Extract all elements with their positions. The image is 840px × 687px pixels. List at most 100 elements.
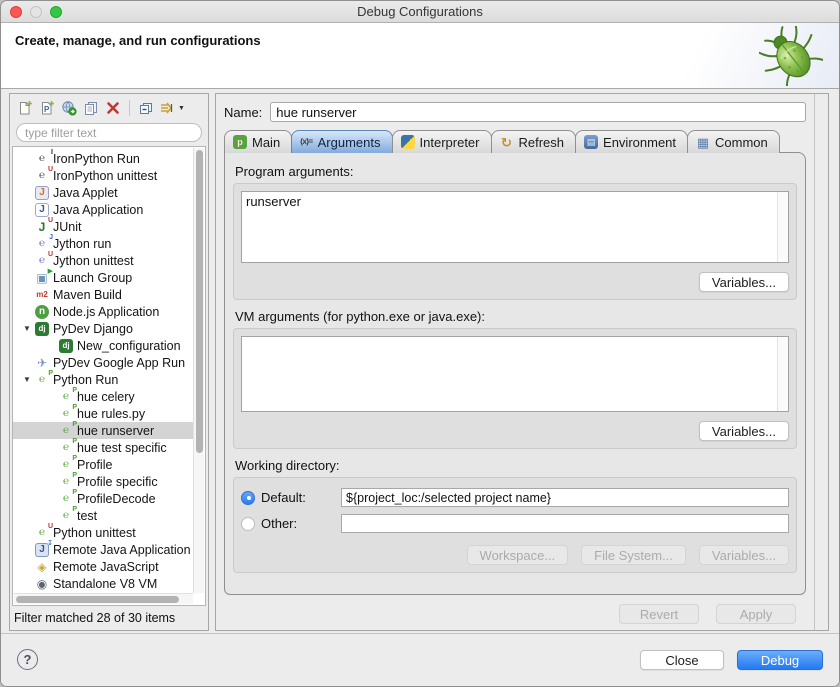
tree-item-remote-javascript[interactable]: ◈Remote JavaScript: [13, 558, 193, 575]
tab-interpreter[interactable]: Interpreter: [392, 130, 492, 153]
program-arguments-label: Program arguments:: [235, 164, 797, 179]
debug-button[interactable]: Debug: [737, 650, 823, 670]
tree-item-maven-build[interactable]: m2Maven Build: [13, 286, 193, 303]
tree-item-label: IronPython unittest: [53, 169, 157, 183]
tree-item-label: Maven Build: [53, 288, 122, 302]
tab-refresh[interactable]: ↻Refresh: [491, 130, 577, 153]
minimize-window-icon[interactable]: [30, 6, 42, 18]
name-input[interactable]: [270, 102, 806, 122]
tree-item-label: Node.js Application: [53, 305, 159, 319]
tree-item-jython-unittest[interactable]: ℮UJython unittest: [13, 252, 193, 269]
vm-variables-button[interactable]: Variables...: [699, 421, 789, 441]
configurations-sidebar: P: [9, 93, 209, 631]
tab-main-icon: p: [233, 135, 247, 149]
tab-bar: p Main (x)=ArgumentsInterpreter↻Refresh▤En…: [224, 129, 806, 153]
editor-scrollbar-track[interactable]: [814, 94, 828, 630]
file-system-button[interactable]: File System...: [581, 545, 686, 565]
tree-item-label: Standalone V8 VM: [53, 577, 157, 591]
tree-item-hue-test-specific[interactable]: ℮Phue test specific: [13, 439, 193, 456]
revert-button[interactable]: Revert: [619, 604, 699, 624]
filter-status: Filter matched 28 of 30 items: [10, 606, 208, 630]
standalone-v8-icon: ◉: [35, 577, 49, 591]
close-window-icon[interactable]: [10, 6, 22, 18]
expander-caret-icon[interactable]: ▼: [19, 375, 35, 384]
default-radio[interactable]: [241, 491, 255, 505]
export-configuration-icon[interactable]: [58, 98, 80, 118]
tree-item-standalone-v8-vm[interactable]: ◉ Standalone V8 VM: [13, 575, 193, 592]
default-directory-row: Default:: [241, 488, 789, 507]
tree-item-hue-celery[interactable]: ℮Phue celery: [13, 388, 193, 405]
tree-item-junit[interactable]: JUJUnit: [13, 218, 193, 235]
tree-item-launch-group[interactable]: ▣▶Launch Group: [13, 269, 193, 286]
tree-vertical-scrollbar[interactable]: [193, 148, 204, 593]
tree-item-jython-run[interactable]: ℮JJython run: [13, 235, 193, 252]
tab-arguments[interactable]: (x)=Arguments: [291, 130, 392, 153]
tree-item-node-js-application[interactable]: nNode.js Application: [13, 303, 193, 320]
apply-button[interactable]: Apply: [716, 604, 796, 624]
workspace-button[interactable]: Workspace...: [467, 545, 569, 565]
configuration-editor: Name: pMain(x)=ArgumentsInterpreter↻Refr…: [215, 93, 829, 631]
expander-caret-icon[interactable]: ▼: [19, 324, 35, 333]
new-prototype-icon[interactable]: P: [36, 98, 58, 118]
tree-item-profile-specific[interactable]: ℮PProfile specific: [13, 473, 193, 490]
tab-label: Main: [252, 135, 280, 150]
ironpython-run-icon: ℮I: [35, 152, 49, 166]
main-area: P: [1, 89, 839, 635]
directory-variables-button[interactable]: Variables...: [699, 545, 789, 565]
tab-interpreter-icon: [401, 135, 415, 149]
tab-common[interactable]: ▦Common: [687, 130, 780, 153]
scrollbar-thumb[interactable]: [16, 596, 179, 603]
tree-item-remote-java-application[interactable]: J↧Remote Java Application: [13, 541, 193, 558]
tree-item-ironpython-run[interactable]: ℮I IronPython Run: [13, 150, 193, 167]
program-variables-button[interactable]: Variables...: [699, 272, 789, 292]
vm-arguments-textarea[interactable]: [242, 337, 777, 411]
python-run-icon: ℮P: [59, 407, 73, 421]
filter-input[interactable]: [16, 123, 202, 142]
tab-arguments-icon: (x)=: [300, 135, 312, 149]
tree-item-java-application[interactable]: JJava Application: [13, 201, 193, 218]
tab-environment-icon: ▤: [584, 135, 598, 149]
editor-content: Name: pMain(x)=ArgumentsInterpreter↻Refr…: [216, 94, 814, 630]
textarea-scrollbar[interactable]: [777, 337, 788, 411]
python-run-icon: ℮P: [59, 492, 73, 506]
tree-item-label: Remote JavaScript: [53, 560, 159, 574]
tree-item-profile[interactable]: ℮PProfile: [13, 456, 193, 473]
ironpython-unittest-icon: ℮U: [35, 169, 49, 183]
tab-environment[interactable]: ▤Environment: [575, 130, 688, 153]
program-arguments-textarea[interactable]: runserver: [242, 192, 777, 262]
traffic-lights: [10, 6, 62, 18]
tab-main[interactable]: p Main: [224, 130, 292, 153]
help-button[interactable]: ?: [17, 649, 38, 670]
tree-item-java-applet[interactable]: JJava Applet: [13, 184, 193, 201]
duplicate-icon[interactable]: [80, 98, 102, 118]
tree-item-test[interactable]: ℮Ptest: [13, 507, 193, 524]
default-directory-input[interactable]: [341, 488, 789, 507]
tree-item-pydev-django[interactable]: ▼djPyDev Django: [13, 320, 193, 337]
tab-refresh-icon: ↻: [500, 135, 514, 149]
other-radio[interactable]: [241, 517, 255, 531]
tree-horizontal-scrollbar[interactable]: [14, 593, 193, 604]
program-arguments-buttons: Variables...: [241, 272, 789, 292]
other-directory-input[interactable]: [341, 514, 789, 533]
filter-menu-icon[interactable]: ▼: [157, 98, 187, 118]
tree-item-hue-runserver[interactable]: ℮Phue runserver: [13, 422, 193, 439]
close-button[interactable]: Close: [640, 650, 724, 670]
new-configuration-icon[interactable]: [14, 98, 36, 118]
tree-item-label: IronPython Run: [53, 152, 140, 166]
zoom-window-icon[interactable]: [50, 6, 62, 18]
tree-item-hue-rules-py[interactable]: ℮Phue rules.py: [13, 405, 193, 422]
tree-item-new-configuration[interactable]: djNew_configuration: [13, 337, 193, 354]
delete-icon[interactable]: [102, 98, 124, 118]
scrollbar-thumb[interactable]: [196, 150, 203, 453]
tree-item-label: PyDev Google App Run: [53, 356, 185, 370]
dropdown-caret-icon: ▼: [178, 105, 185, 112]
textarea-scrollbar[interactable]: [777, 192, 788, 262]
collapse-all-icon[interactable]: [135, 98, 157, 118]
tree-item-pydev-google-app-run[interactable]: ✈PyDev Google App Run: [13, 354, 193, 371]
tree-item-label: Remote Java Application: [53, 543, 191, 557]
tree-item-python-unittest[interactable]: ℮UPython unittest: [13, 524, 193, 541]
tree-item-python-run[interactable]: ▼℮PPython Run: [13, 371, 193, 388]
header-banner: Create, manage, and run configurations: [1, 23, 839, 89]
tree-item-ironpython-unittest[interactable]: ℮U IronPython unittest: [13, 167, 193, 184]
tree-item-profiledecode[interactable]: ℮PProfileDecode: [13, 490, 193, 507]
